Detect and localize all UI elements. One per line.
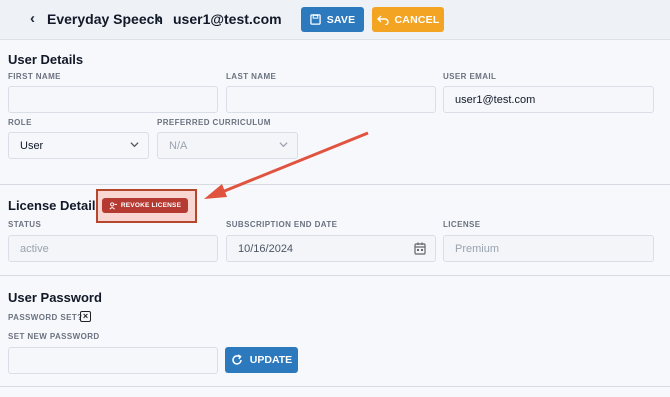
breadcrumb-everyday-speech[interactable]: Everyday Speech	[47, 11, 163, 27]
last-name-field[interactable]	[226, 86, 436, 113]
status-value: active	[20, 242, 49, 255]
user-email-label: USER EMAIL	[443, 72, 497, 81]
license-field: Premium	[443, 235, 654, 262]
role-label: ROLE	[8, 118, 32, 127]
chevron-down-icon	[130, 142, 139, 148]
save-label: SAVE	[326, 13, 356, 26]
calendar-icon[interactable]	[414, 242, 426, 255]
revoke-license-button[interactable]: REVOKE LICENSE	[102, 198, 188, 213]
license-label: LICENSE	[443, 220, 481, 229]
role-value: User	[20, 139, 44, 152]
first-name-field[interactable]	[8, 86, 218, 113]
last-name-input[interactable]	[238, 87, 435, 112]
breadcrumb-user-email: user1@test.com	[173, 11, 282, 27]
user-remove-icon	[109, 201, 117, 210]
preferred-curriculum-select[interactable]: N/A	[157, 132, 298, 159]
role-select[interactable]: User	[8, 132, 149, 159]
last-name-label: LAST NAME	[226, 72, 277, 81]
set-new-password-label: SET NEW PASSWORD	[8, 332, 100, 341]
cancel-button[interactable]: CANCEL	[372, 7, 444, 32]
update-label: UPDATE	[249, 354, 293, 366]
floppy-disk-icon	[309, 14, 321, 25]
refresh-icon	[232, 354, 242, 365]
subscription-end-date-value: 10/16/2024	[238, 242, 294, 255]
breadcrumb-chevron-icon: ‹	[156, 10, 161, 27]
user-password-title: User Password	[8, 290, 102, 305]
user-email-field[interactable]: user1@test.com	[443, 86, 654, 113]
undo-arrow-icon	[376, 15, 389, 25]
top-bar: ‹ Everyday Speech ‹ user1@test.com SAVE …	[0, 0, 670, 40]
section-divider	[0, 275, 670, 276]
password-set-checkbox: ×	[80, 311, 91, 322]
subscription-end-date-field[interactable]: 10/16/2024	[226, 235, 436, 262]
new-password-field[interactable]	[8, 347, 218, 374]
status-field: active	[8, 235, 218, 262]
first-name-label: FIRST NAME	[8, 72, 61, 81]
user-email-value: user1@test.com	[455, 93, 536, 106]
user-details-title: User Details	[8, 52, 84, 67]
license-details-title: License Details	[8, 198, 103, 213]
preferred-curriculum-label: PREFERRED CURRICULUM	[157, 118, 271, 127]
password-set-label: PASSWORD SET?	[8, 313, 83, 322]
new-password-input[interactable]	[20, 348, 217, 373]
status-label: STATUS	[8, 220, 42, 229]
subscription-end-date-label: SUBSCRIPTION END DATE	[226, 220, 338, 229]
back-chevron-icon[interactable]: ‹	[30, 10, 35, 27]
first-name-input[interactable]	[20, 87, 217, 112]
preferred-curriculum-value: N/A	[169, 139, 188, 152]
chevron-down-icon	[279, 142, 288, 148]
cancel-label: CANCEL	[394, 13, 440, 26]
revoke-license-label: REVOKE LICENSE	[120, 202, 182, 209]
update-button[interactable]: UPDATE	[225, 347, 298, 373]
section-divider	[0, 386, 670, 387]
section-divider	[0, 184, 670, 185]
save-button[interactable]: SAVE	[301, 7, 364, 32]
license-value: Premium	[455, 242, 500, 255]
